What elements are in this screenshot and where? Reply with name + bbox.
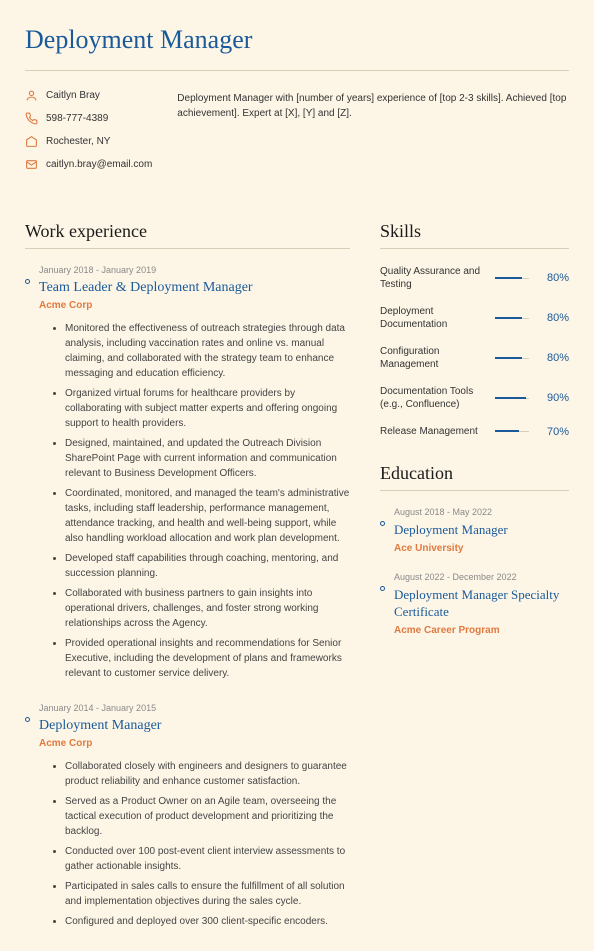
summary-text: Deployment Manager with [number of years… bbox=[177, 89, 569, 181]
contact-location: Rochester, NY bbox=[25, 135, 152, 148]
contact-email: caitlyn.bray@email.com bbox=[25, 158, 152, 171]
experience-company: Acme Corp bbox=[39, 300, 350, 311]
skill-fill bbox=[495, 397, 526, 399]
skill-percent: 70% bbox=[539, 426, 569, 438]
experience-item: January 2018 - January 2019 Team Leader &… bbox=[25, 265, 350, 681]
skill-row: Release Management 70% bbox=[380, 425, 569, 438]
person-icon bbox=[25, 89, 38, 102]
page-title: Deployment Manager bbox=[25, 25, 569, 55]
skill-fill bbox=[495, 430, 519, 432]
skill-name: Deployment Documentation bbox=[380, 305, 485, 331]
experience-title: Deployment Manager bbox=[39, 718, 350, 734]
experience-date: January 2014 - January 2015 bbox=[39, 703, 350, 713]
bullet-item: Collaborated with business partners to g… bbox=[65, 586, 350, 631]
education-item: August 2018 - May 2022 Deployment Manager… bbox=[380, 507, 569, 554]
work-section-title: Work experience bbox=[25, 221, 350, 242]
education-date: August 2022 - December 2022 bbox=[394, 572, 569, 582]
skill-bar bbox=[495, 358, 529, 359]
bullet-item: Conducted over 100 post-event client int… bbox=[65, 844, 350, 874]
experience-date: January 2018 - January 2019 bbox=[39, 265, 350, 275]
skill-fill bbox=[495, 277, 522, 279]
skill-bar bbox=[495, 431, 529, 432]
skill-name: Configuration Management bbox=[380, 345, 485, 371]
skill-bar bbox=[495, 278, 529, 279]
bullet-item: Configured and deployed over 300 client-… bbox=[65, 914, 350, 929]
bullet-item: Served as a Product Owner on an Agile te… bbox=[65, 794, 350, 839]
divider bbox=[25, 70, 569, 71]
skill-percent: 80% bbox=[539, 312, 569, 324]
bullet-item: Provided operational insights and recomm… bbox=[65, 636, 350, 681]
skill-name: Documentation Tools (e.g., Confluence) bbox=[380, 385, 485, 411]
contact-block: Caitlyn Bray 598-777-4389 Rochester, NY … bbox=[25, 89, 152, 181]
divider bbox=[380, 248, 569, 249]
experience-bullets: Collaborated closely with engineers and … bbox=[39, 759, 350, 929]
skill-row: Configuration Management 80% bbox=[380, 345, 569, 371]
contact-name: Caitlyn Bray bbox=[25, 89, 152, 102]
experience-item: January 2014 - January 2015 Deployment Ma… bbox=[25, 703, 350, 929]
experience-company: Acme Corp bbox=[39, 738, 350, 749]
skills-section-title: Skills bbox=[380, 221, 569, 242]
bullet-item: Organized virtual forums for healthcare … bbox=[65, 386, 350, 431]
location-icon bbox=[25, 135, 38, 148]
timeline-dot bbox=[380, 586, 385, 591]
divider bbox=[25, 248, 350, 249]
bullet-item: Monitored the effectiveness of outreach … bbox=[65, 321, 350, 381]
skill-row: Deployment Documentation 80% bbox=[380, 305, 569, 331]
timeline-dot bbox=[25, 717, 30, 722]
experience-bullets: Monitored the effectiveness of outreach … bbox=[39, 321, 350, 681]
contact-phone: 598-777-4389 bbox=[25, 112, 152, 125]
education-section-title: Education bbox=[380, 463, 569, 484]
education-school: Acme Career Program bbox=[394, 625, 569, 636]
bullet-item: Coordinated, monitored, and managed the … bbox=[65, 486, 350, 546]
email-text: caitlyn.bray@email.com bbox=[46, 159, 152, 170]
main-content: Work experience January 2018 - January 2… bbox=[25, 221, 569, 951]
skill-name: Quality Assurance and Testing bbox=[380, 265, 485, 291]
skill-bar bbox=[495, 398, 529, 399]
skill-percent: 90% bbox=[539, 392, 569, 404]
timeline-dot bbox=[25, 279, 30, 284]
education-item: August 2022 - December 2022 Deployment Ma… bbox=[380, 572, 569, 636]
phone-icon bbox=[25, 112, 38, 125]
education-title: Deployment Manager Specialty Certificate bbox=[394, 587, 569, 621]
education-date: August 2018 - May 2022 bbox=[394, 507, 569, 517]
left-column: Work experience January 2018 - January 2… bbox=[25, 221, 350, 951]
location-text: Rochester, NY bbox=[46, 136, 110, 147]
email-icon bbox=[25, 158, 38, 171]
name-text: Caitlyn Bray bbox=[46, 90, 100, 101]
skill-percent: 80% bbox=[539, 272, 569, 284]
skill-row: Documentation Tools (e.g., Confluence) 90… bbox=[380, 385, 569, 411]
header-block: Caitlyn Bray 598-777-4389 Rochester, NY … bbox=[25, 89, 569, 181]
skill-row: Quality Assurance and Testing 80% bbox=[380, 265, 569, 291]
bullet-item: Collaborated closely with engineers and … bbox=[65, 759, 350, 789]
timeline-dot bbox=[380, 521, 385, 526]
bullet-item: Developed staff capabilities through coa… bbox=[65, 551, 350, 581]
experience-title: Team Leader & Deployment Manager bbox=[39, 280, 350, 296]
phone-text: 598-777-4389 bbox=[46, 113, 108, 124]
skill-name: Release Management bbox=[380, 425, 485, 438]
skill-fill bbox=[495, 317, 522, 319]
bullet-item: Participated in sales calls to ensure th… bbox=[65, 879, 350, 909]
skill-percent: 80% bbox=[539, 352, 569, 364]
bullet-item: Designed, maintained, and updated the Ou… bbox=[65, 436, 350, 481]
skill-fill bbox=[495, 357, 522, 359]
education-school: Ace University bbox=[394, 543, 569, 554]
education-title: Deployment Manager bbox=[394, 522, 569, 539]
right-column: Skills Quality Assurance and Testing80%D… bbox=[380, 221, 569, 951]
divider bbox=[380, 490, 569, 491]
skill-bar bbox=[495, 318, 529, 319]
